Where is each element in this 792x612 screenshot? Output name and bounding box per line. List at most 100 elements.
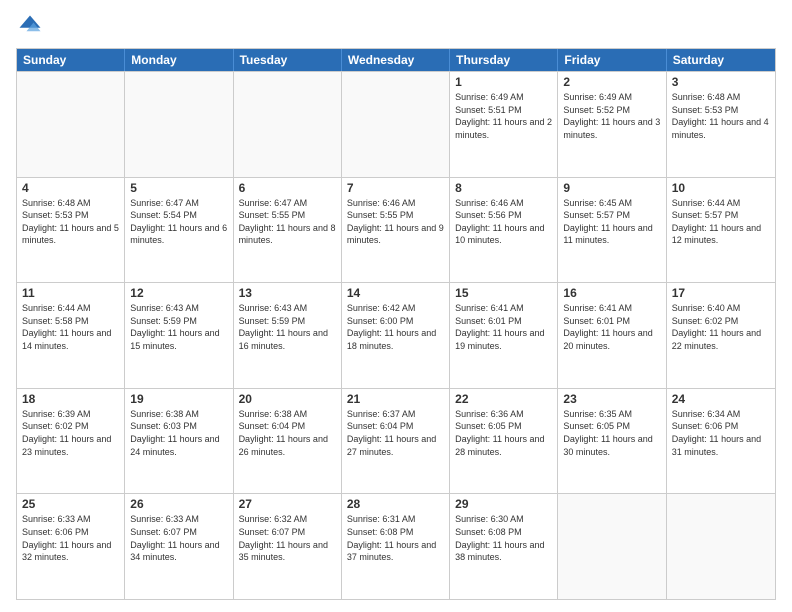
calendar-cell: 14Sunrise: 6:42 AMSunset: 6:00 PMDayligh…	[342, 283, 450, 388]
calendar-cell	[558, 494, 666, 599]
day-header-tuesday: Tuesday	[234, 49, 342, 71]
day-header-friday: Friday	[558, 49, 666, 71]
sun-info: Sunrise: 6:34 AMSunset: 6:06 PMDaylight:…	[672, 408, 770, 458]
sun-info: Sunrise: 6:48 AMSunset: 5:53 PMDaylight:…	[672, 91, 770, 141]
day-number: 10	[672, 181, 770, 195]
sun-info: Sunrise: 6:35 AMSunset: 6:05 PMDaylight:…	[563, 408, 660, 458]
calendar-cell: 7 Sunrise: 6:46 AMSunset: 5:55 PMDaylight…	[342, 178, 450, 283]
day-number: 7	[347, 181, 444, 195]
logo-icon	[16, 12, 44, 40]
calendar-cell: 27 Sunrise: 6:32 AMSunset: 6:07 PMDayligh…	[234, 494, 342, 599]
sun-info: Sunrise: 6:46 AMSunset: 5:56 PMDaylight:…	[455, 197, 552, 247]
calendar-cell: 5 Sunrise: 6:47 AMSunset: 5:54 PMDaylight…	[125, 178, 233, 283]
calendar-cell: 1 Sunrise: 6:49 AMSunset: 5:51 PMDaylight…	[450, 72, 558, 177]
sun-info: Sunrise: 6:39 AMSunset: 6:02 PMDaylight:…	[22, 408, 119, 458]
day-number: 20	[239, 392, 336, 406]
day-number: 14	[347, 286, 444, 300]
calendar-cell: 15 Sunrise: 6:41 AMSunset: 6:01 PMDayligh…	[450, 283, 558, 388]
sun-info: Sunrise: 6:38 AMSunset: 6:03 PMDaylight:…	[130, 408, 227, 458]
header	[16, 12, 776, 40]
calendar-week-2: 11 Sunrise: 6:44 AMSunset: 5:58 PMDayligh…	[17, 282, 775, 388]
day-number: 12	[130, 286, 227, 300]
sun-info: Sunrise: 6:48 AMSunset: 5:53 PMDaylight:…	[22, 197, 119, 247]
calendar-cell: 2Sunrise: 6:49 AMSunset: 5:52 PMDaylight…	[558, 72, 666, 177]
sun-info: Sunrise: 6:36 AMSunset: 6:05 PMDaylight:…	[455, 408, 552, 458]
day-header-sunday: Sunday	[17, 49, 125, 71]
sun-info: Sunrise: 6:33 AMSunset: 6:06 PMDaylight:…	[22, 513, 119, 563]
day-number: 1	[455, 75, 552, 89]
page: SundayMondayTuesdayWednesdayThursdayFrid…	[0, 0, 792, 612]
calendar-cell: 23 Sunrise: 6:35 AMSunset: 6:05 PMDayligh…	[558, 389, 666, 494]
day-number: 23	[563, 392, 660, 406]
calendar-cell: 18 Sunrise: 6:39 AMSunset: 6:02 PMDayligh…	[17, 389, 125, 494]
sun-info: Sunrise: 6:43 AMSunset: 5:59 PMDaylight:…	[239, 302, 336, 352]
sun-info: Sunrise: 6:47 AMSunset: 5:54 PMDaylight:…	[130, 197, 227, 247]
calendar-cell: 21 Sunrise: 6:37 AMSunset: 6:04 PMDayligh…	[342, 389, 450, 494]
calendar-cell: 3 Sunrise: 6:48 AMSunset: 5:53 PMDaylight…	[667, 72, 775, 177]
calendar: SundayMondayTuesdayWednesdayThursdayFrid…	[16, 48, 776, 600]
day-number: 17	[672, 286, 770, 300]
day-number: 29	[455, 497, 552, 511]
calendar-week-1: 4Sunrise: 6:48 AMSunset: 5:53 PMDaylight…	[17, 177, 775, 283]
calendar-cell: 6Sunrise: 6:47 AMSunset: 5:55 PMDaylight…	[234, 178, 342, 283]
calendar-header: SundayMondayTuesdayWednesdayThursdayFrid…	[17, 49, 775, 71]
sun-info: Sunrise: 6:46 AMSunset: 5:55 PMDaylight:…	[347, 197, 444, 247]
day-number: 22	[455, 392, 552, 406]
day-number: 15	[455, 286, 552, 300]
day-header-monday: Monday	[125, 49, 233, 71]
sun-info: Sunrise: 6:37 AMSunset: 6:04 PMDaylight:…	[347, 408, 444, 458]
calendar-week-0: 1 Sunrise: 6:49 AMSunset: 5:51 PMDaylight…	[17, 71, 775, 177]
day-header-saturday: Saturday	[667, 49, 775, 71]
day-number: 6	[239, 181, 336, 195]
calendar-cell: 20 Sunrise: 6:38 AMSunset: 6:04 PMDayligh…	[234, 389, 342, 494]
sun-info: Sunrise: 6:33 AMSunset: 6:07 PMDaylight:…	[130, 513, 227, 563]
calendar-cell	[234, 72, 342, 177]
day-number: 8	[455, 181, 552, 195]
day-number: 11	[22, 286, 119, 300]
day-number: 2	[563, 75, 660, 89]
calendar-cell: 22 Sunrise: 6:36 AMSunset: 6:05 PMDayligh…	[450, 389, 558, 494]
sun-info: Sunrise: 6:32 AMSunset: 6:07 PMDaylight:…	[239, 513, 336, 563]
sun-info: Sunrise: 6:45 AMSunset: 5:57 PMDaylight:…	[563, 197, 660, 247]
calendar-cell: 10 Sunrise: 6:44 AMSunset: 5:57 PMDayligh…	[667, 178, 775, 283]
sun-info: Sunrise: 6:49 AMSunset: 5:51 PMDaylight:…	[455, 91, 552, 141]
sun-info: Sunrise: 6:41 AMSunset: 6:01 PMDaylight:…	[455, 302, 552, 352]
sun-info: Sunrise: 6:31 AMSunset: 6:08 PMDaylight:…	[347, 513, 444, 563]
calendar-cell	[342, 72, 450, 177]
day-number: 27	[239, 497, 336, 511]
sun-info: Sunrise: 6:43 AMSunset: 5:59 PMDaylight:…	[130, 302, 227, 352]
day-number: 28	[347, 497, 444, 511]
sun-info: Sunrise: 6:44 AMSunset: 5:58 PMDaylight:…	[22, 302, 119, 352]
sun-info: Sunrise: 6:38 AMSunset: 6:04 PMDaylight:…	[239, 408, 336, 458]
calendar-cell: 8 Sunrise: 6:46 AMSunset: 5:56 PMDaylight…	[450, 178, 558, 283]
calendar-cell: 11 Sunrise: 6:44 AMSunset: 5:58 PMDayligh…	[17, 283, 125, 388]
day-header-thursday: Thursday	[450, 49, 558, 71]
sun-info: Sunrise: 6:30 AMSunset: 6:08 PMDaylight:…	[455, 513, 552, 563]
calendar-cell: 24Sunrise: 6:34 AMSunset: 6:06 PMDayligh…	[667, 389, 775, 494]
calendar-week-3: 18 Sunrise: 6:39 AMSunset: 6:02 PMDayligh…	[17, 388, 775, 494]
calendar-cell: 13Sunrise: 6:43 AMSunset: 5:59 PMDayligh…	[234, 283, 342, 388]
day-number: 9	[563, 181, 660, 195]
calendar-cell: 4Sunrise: 6:48 AMSunset: 5:53 PMDaylight…	[17, 178, 125, 283]
calendar-cell	[125, 72, 233, 177]
day-number: 16	[563, 286, 660, 300]
calendar-cell: 25 Sunrise: 6:33 AMSunset: 6:06 PMDayligh…	[17, 494, 125, 599]
day-number: 5	[130, 181, 227, 195]
day-number: 21	[347, 392, 444, 406]
calendar-cell: 19 Sunrise: 6:38 AMSunset: 6:03 PMDayligh…	[125, 389, 233, 494]
day-number: 19	[130, 392, 227, 406]
calendar-body: 1 Sunrise: 6:49 AMSunset: 5:51 PMDaylight…	[17, 71, 775, 599]
sun-info: Sunrise: 6:40 AMSunset: 6:02 PMDaylight:…	[672, 302, 770, 352]
logo	[16, 12, 48, 40]
sun-info: Sunrise: 6:41 AMSunset: 6:01 PMDaylight:…	[563, 302, 660, 352]
day-header-wednesday: Wednesday	[342, 49, 450, 71]
calendar-cell: 17 Sunrise: 6:40 AMSunset: 6:02 PMDayligh…	[667, 283, 775, 388]
day-number: 25	[22, 497, 119, 511]
calendar-cell: 29 Sunrise: 6:30 AMSunset: 6:08 PMDayligh…	[450, 494, 558, 599]
calendar-cell: 9 Sunrise: 6:45 AMSunset: 5:57 PMDaylight…	[558, 178, 666, 283]
day-number: 18	[22, 392, 119, 406]
calendar-week-4: 25 Sunrise: 6:33 AMSunset: 6:06 PMDayligh…	[17, 493, 775, 599]
sun-info: Sunrise: 6:44 AMSunset: 5:57 PMDaylight:…	[672, 197, 770, 247]
calendar-cell: 26Sunrise: 6:33 AMSunset: 6:07 PMDayligh…	[125, 494, 233, 599]
day-number: 3	[672, 75, 770, 89]
